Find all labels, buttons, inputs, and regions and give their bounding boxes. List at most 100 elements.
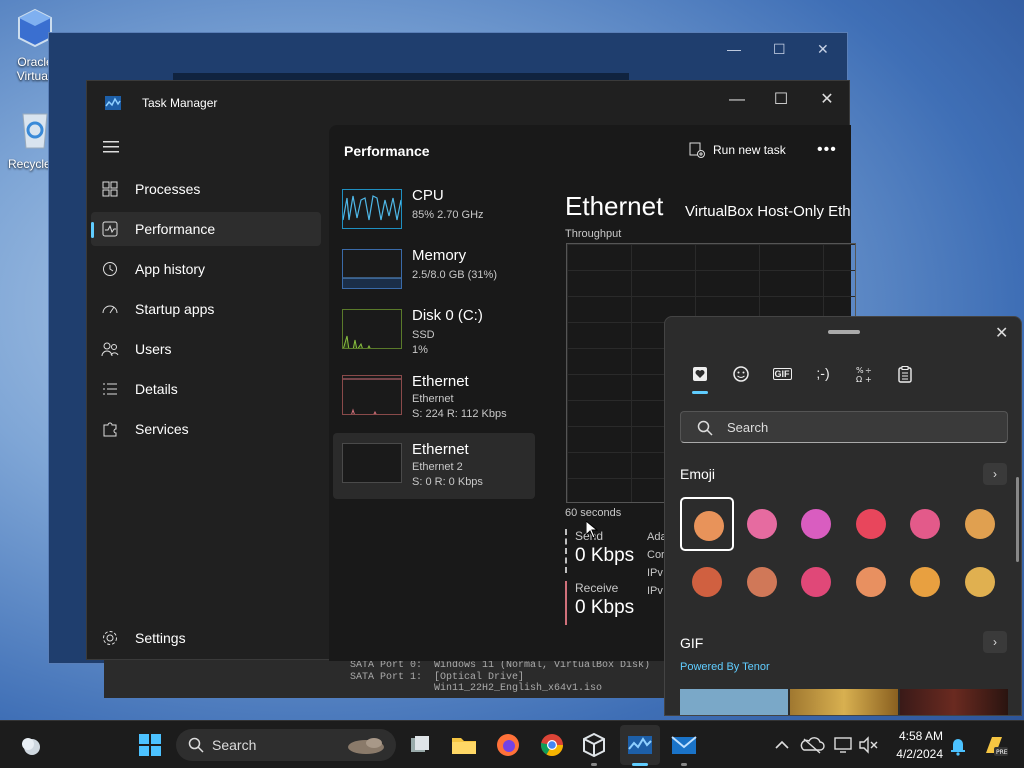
svg-text:+: + [865, 375, 872, 383]
emoji-folded-hands[interactable] [898, 555, 952, 609]
symbols-icon: % ÷Ω + [856, 366, 872, 384]
red-heart-icon [856, 509, 886, 539]
virtualbox-taskbar-icon[interactable] [578, 729, 610, 761]
task-view-icon[interactable] [404, 729, 436, 761]
emoji-grinning-face[interactable] [680, 497, 734, 551]
tab-emoji[interactable] [729, 365, 753, 385]
search-icon [697, 420, 713, 436]
emoji-winking-face[interactable] [953, 497, 1007, 551]
drag-handle[interactable] [828, 330, 860, 334]
speedometer-icon [102, 305, 118, 314]
emoji-blushing-face[interactable] [735, 555, 789, 609]
tab-kaomoji[interactable]: ;-) [811, 365, 835, 385]
ipv6-info-label: IPv [647, 585, 663, 597]
gif-thumbnail[interactable] [900, 689, 1008, 715]
taskbar-search-box[interactable]: Search [176, 729, 396, 761]
emoji-laughing-face[interactable] [735, 497, 789, 551]
gif-thumbnail[interactable] [790, 689, 898, 715]
running-indicator [681, 763, 687, 766]
storage-port-label: SATA Port 1: [350, 672, 423, 683]
detail-heading: Ethernet [565, 191, 664, 221]
gif-section-expand-button[interactable]: › [983, 631, 1007, 653]
close-button[interactable]: ✕ [807, 87, 847, 113]
connection-info-label: Cor [647, 549, 665, 561]
maximize-button[interactable]: ☐ [761, 87, 801, 113]
minimize-icon[interactable]: — [727, 41, 741, 57]
emoji-search-box[interactable]: Search [680, 411, 1008, 443]
emoji-tears-of-joy-face[interactable] [898, 497, 952, 551]
more-options-button[interactable]: ••• [817, 141, 837, 159]
maximize-icon[interactable]: ☐ [773, 41, 786, 58]
gif-section-title: GIF [680, 635, 704, 651]
nav-item-performance[interactable]: Performance [91, 212, 321, 246]
notification-bell-icon[interactable] [942, 729, 974, 761]
clock-date[interactable]: 4/2/2024 [881, 747, 943, 761]
adapter-name: VirtualBox Host-Only Eth [685, 203, 851, 220]
emoji-heart-eyes-face[interactable] [789, 497, 843, 551]
navigation-pane: Processes Performance App history Startu… [87, 125, 329, 661]
chevron-up-icon[interactable] [766, 729, 798, 761]
tab-gif[interactable]: GIF [770, 365, 794, 385]
tab-favorites[interactable] [688, 365, 712, 394]
mail-icon[interactable] [668, 729, 700, 761]
close-button[interactable]: ✕ [995, 323, 1008, 343]
resource-item-disk[interactable]: Disk 0 (C:) SSD 1% [333, 305, 535, 365]
puzzle-icon [103, 422, 117, 437]
task-manager-icon [105, 96, 121, 110]
memory-thumbnail-graph [342, 249, 402, 289]
task-manager-taskbar-button[interactable] [620, 725, 660, 765]
emoji-section-expand-button[interactable]: › [983, 463, 1007, 485]
emoji-big-grin-face[interactable] [844, 555, 898, 609]
nav-item-settings[interactable]: Settings [91, 621, 321, 655]
users-icon [101, 342, 119, 357]
raised-hands-icon [965, 567, 995, 597]
nav-item-processes[interactable]: Processes [91, 172, 321, 206]
throughput-label: Throughput [565, 228, 622, 240]
history-icon [103, 262, 117, 276]
nav-item-app-history[interactable]: App history [91, 252, 321, 286]
nav-item-details[interactable]: Details [91, 372, 321, 406]
emoji-raised-hands[interactable] [953, 555, 1007, 609]
tab-clipboard[interactable] [893, 365, 917, 385]
file-explorer-icon[interactable] [448, 729, 480, 761]
clipboard-icon [898, 366, 912, 383]
tab-symbols[interactable]: % ÷ Ω + [852, 365, 876, 385]
send-stat: Send 0 Kbps [565, 529, 655, 573]
emoji-heart-hands[interactable] [789, 555, 843, 609]
resource-detail: Ethernet [412, 393, 454, 405]
volume-muted-icon[interactable] [852, 729, 884, 761]
nav-item-services[interactable]: Services [91, 412, 321, 446]
resource-item-ethernet[interactable]: Ethernet Ethernet S: 224 R: 112 Kbps [333, 371, 535, 431]
emoji-red-heart[interactable] [844, 497, 898, 551]
start-button-icon[interactable] [134, 729, 166, 761]
resource-item-cpu[interactable]: CPU 85% 2.70 GHz [333, 185, 535, 245]
storage-port-value: Windows 11 (Normal, VirtualBox Disk) [434, 660, 651, 671]
onedrive-icon[interactable] [796, 729, 828, 761]
svg-text:PRE: PRE [996, 749, 1008, 756]
scrollbar-thumb[interactable] [1016, 477, 1019, 562]
resource-item-ethernet-2[interactable]: Ethernet Ethernet 2 S: 0 R: 0 Kbps [333, 433, 535, 499]
send-value: 0 Kbps [575, 545, 635, 566]
run-task-icon [689, 142, 705, 158]
resource-item-memory[interactable]: Memory 2.5/8.0 GB (31%) [333, 245, 535, 305]
resource-detail: SSD [412, 329, 435, 341]
ethernet-thumbnail-graph [342, 375, 402, 415]
copilot-icon[interactable]: PRE [978, 729, 1010, 761]
weather-widget-icon[interactable] [16, 729, 48, 761]
nav-item-startup-apps[interactable]: Startup apps [91, 292, 321, 326]
emoji-section-title: Emoji [680, 466, 716, 482]
minimize-button[interactable]: — [717, 87, 757, 113]
ipv4-info-label: IPv [647, 567, 663, 579]
gif-thumbnail[interactable] [680, 689, 788, 715]
nav-item-users[interactable]: Users [91, 332, 321, 366]
nav-item-label: Services [135, 421, 189, 437]
memory-sparkline [343, 277, 401, 288]
firefox-icon[interactable] [492, 729, 524, 761]
clock-time[interactable]: 4:58 AM [893, 729, 943, 743]
hamburger-menu-icon[interactable] [103, 141, 119, 153]
chrome-icon[interactable] [536, 729, 568, 761]
emoji-thumbs-up[interactable] [680, 555, 734, 609]
title-bar[interactable]: Task Manager — ☐ ✕ [87, 81, 849, 125]
close-icon[interactable]: ✕ [817, 41, 829, 58]
emoji-panel: ✕ GIF ;-) % ÷ Ω + Search Emoji › GIF › Powe… [664, 316, 1022, 716]
